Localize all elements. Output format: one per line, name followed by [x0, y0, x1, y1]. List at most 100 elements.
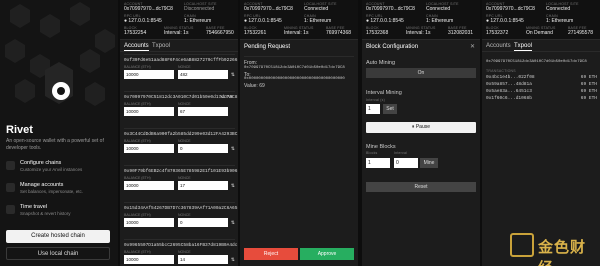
balance-input[interactable]: 10000: [124, 181, 174, 190]
tx-row[interactable]: 0x4bc1e4b...022f08 69 ETH: [486, 75, 597, 80]
clock-icon: [6, 205, 15, 214]
rpc-value: ● 127.0.0.1:8545: [366, 18, 404, 24]
value-text: Value: 69: [244, 83, 265, 89]
intro-panel: Rivet An open-source wallet with a power…: [0, 0, 118, 266]
approve-button[interactable]: Approve: [300, 248, 354, 260]
balance-input[interactable]: 10000: [124, 144, 174, 153]
account-card[interactable]: 0x9965507D1a55bcC2695C58ba16FB37d819B0A4…: [124, 239, 238, 266]
tx-row[interactable]: 0x5ae83a...6451c3 69 ETH: [486, 89, 597, 94]
use-local-chain-button[interactable]: Use local chain: [6, 247, 110, 260]
nonce-input[interactable]: 0: [178, 218, 228, 227]
to-address: 0x00000000000000000000000000000000000000…: [244, 77, 345, 81]
account-card[interactable]: 0x70997970C51812dc3A010C7d01b50e0d17dc79…: [124, 91, 237, 128]
switch-account-icon[interactable]: ⇅: [231, 146, 235, 152]
feature-title: Manage accounts: [20, 182, 64, 188]
balance-input[interactable]: 10000: [124, 107, 174, 116]
balance-label: BALANCE (ETH): [124, 250, 151, 254]
account-card[interactable]: 0x15d34AAf54267DB7D7c367839AAf71A00a2C6A…: [124, 202, 238, 239]
tx-row[interactable]: 0x1f60c6...d1068b 69 ETH: [486, 96, 597, 101]
accounts-panel: ACCOUNT 0x70997970...dc79C8 LOCALHOST SI…: [120, 0, 238, 266]
watermark-text: 金色财经: [538, 239, 587, 266]
nonce-label: NONCE: [178, 250, 191, 254]
rpc-value: ● 127.0.0.1:8545: [124, 18, 162, 24]
app-title: Rivet: [6, 124, 33, 136]
nonce-label: NONCE: [178, 176, 191, 180]
account-card[interactable]: 0xf39Fd6e51aad88F6F4ce6aB8827279cffFb922…: [124, 54, 238, 91]
switch-account-icon[interactable]: ⇅: [231, 72, 235, 78]
blocks-label: Blocks: [366, 151, 378, 155]
basefee-value: 7546667950: [206, 30, 234, 36]
nonce-label: NONCE: [178, 213, 191, 217]
nonce-label: NONCE: [178, 102, 191, 106]
status-value: Connected: [546, 6, 571, 12]
switch-account-icon[interactable]: ⇅: [231, 220, 235, 226]
screenshot-stage: Rivet An open-source wallet with a power…: [0, 0, 600, 266]
status-value: Connected: [426, 6, 451, 12]
basefee-value: 769974368: [326, 30, 352, 36]
user-icon: [6, 183, 15, 192]
rpc-value: ● 127.0.0.1:8545: [486, 18, 524, 24]
account-value[interactable]: 0x70997970...dc79C8: [244, 6, 293, 12]
balance-input[interactable]: 10000: [124, 218, 174, 227]
account-card[interactable]: 0x90F79bf6EB2c4f870365E785982E1f101E93b9…: [124, 165, 237, 202]
active-badge: ACTIVE: [220, 95, 233, 99]
tab-accounts[interactable]: Accounts: [486, 43, 511, 49]
tx-hash: 0x1f60c6...d1068b: [486, 96, 532, 101]
switch-account-icon[interactable]: ⇅: [231, 257, 235, 263]
header-bar: ACCOUNT 0x70997970...dc79C8 LOCALHOST SI…: [240, 0, 358, 40]
create-hosted-chain-button[interactable]: Create hosted chain: [6, 230, 110, 243]
divider: [244, 56, 354, 57]
mine-interval-input[interactable]: 0: [394, 158, 418, 168]
blocks-input[interactable]: 1: [366, 158, 390, 168]
mine-button[interactable]: Mine: [420, 158, 438, 168]
close-icon[interactable]: ✕: [470, 43, 475, 50]
pending-request-panel: ACCOUNT 0x70997970...dc79C8 LOCALHOST SI…: [240, 0, 358, 266]
reset-button[interactable]: Reset: [366, 182, 476, 192]
tab-accounts[interactable]: Accounts: [124, 43, 149, 51]
nonce-input[interactable]: 67: [178, 107, 228, 116]
block-config-panel: ACCOUNT 0x70997970...dc79C8 LOCALHOST SI…: [362, 0, 480, 266]
reject-button[interactable]: Reject: [244, 248, 298, 260]
nonce-input[interactable]: 482: [178, 70, 228, 79]
tx-hash: 0x4bc1e4b...022f08: [486, 75, 535, 80]
balance-input[interactable]: 10000: [124, 70, 174, 79]
mining-value: Interval: 1s: [406, 30, 431, 36]
tab-txpool[interactable]: Txpool: [152, 43, 170, 49]
nonce-input[interactable]: 14: [178, 255, 228, 264]
account-address: 0x9965507D1a55bcC2695C58ba16FB37d819B0A4…: [124, 243, 238, 248]
feature-title: Time travel: [20, 204, 47, 210]
account-value[interactable]: 0x70997970...dc79C8: [124, 6, 173, 12]
switch-account-icon[interactable]: ⇅: [231, 183, 235, 189]
from-address: 0x70997970C51812dc3A010C7d01b50e0d17dc79…: [244, 66, 345, 70]
auto-mining-on-button[interactable]: On: [366, 68, 476, 78]
interval-input[interactable]: 1: [366, 104, 380, 114]
header-bar: ACCOUNT 0x70997970...dc79C8 LOCALHOST SI…: [120, 0, 238, 40]
account-value[interactable]: 0x70997970...dc79C8: [486, 6, 535, 12]
nonce-input[interactable]: 0: [178, 144, 228, 153]
tab-txpool[interactable]: Txpool: [514, 43, 533, 51]
pause-button[interactable]: ⏸ Pause: [366, 122, 476, 133]
account-address: 0x3C44CdDdB6a900fa2b585dd299e03d12FA4293…: [124, 132, 238, 137]
account-value[interactable]: 0x70997970...dc79C8: [366, 6, 415, 12]
nonce-label: NONCE: [178, 65, 191, 69]
set-interval-button[interactable]: Set: [383, 104, 397, 114]
block-value: 17532254: [124, 30, 147, 36]
account-address: 0xf39Fd6e51aad88F6F4ce6aB8827279cffFb922…: [124, 58, 238, 63]
block-value: 17532261: [244, 30, 267, 36]
tx-value: 69 ETH: [580, 82, 597, 87]
balance-input[interactable]: 10000: [124, 255, 174, 264]
tx-value: 69 ETH: [580, 75, 597, 80]
balance-label: BALANCE (ETH): [124, 213, 151, 217]
interval-mining-label: Interval Mining: [366, 90, 402, 96]
tx-row[interactable]: 0x59a857...48d81a 69 ETH: [486, 82, 597, 87]
account-card[interactable]: 0x3C44CdDdB6a900fa2b585dd299e03d12FA4293…: [124, 128, 238, 165]
header-bar: ACCOUNT 0x70997970...dc79C8 LOCALHOST SI…: [482, 0, 600, 40]
nonce-label: NONCE: [178, 139, 191, 143]
chain-icon: [6, 161, 15, 170]
chain-value: 1: Ethereum: [184, 18, 212, 24]
chain-value: 1: Ethereum: [304, 18, 332, 24]
tab-bar: Accounts Txpool: [482, 41, 600, 52]
account-address: 0x15d34AAf54267DB7D7c367839AAf71A00a2C6A…: [124, 206, 238, 211]
chain-value: 1: Ethereum: [546, 18, 574, 24]
nonce-input[interactable]: 17: [178, 181, 228, 190]
